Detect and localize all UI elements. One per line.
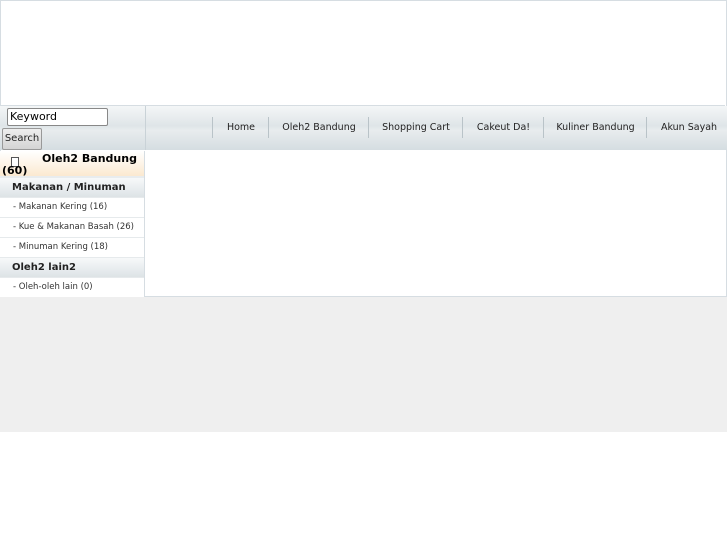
category-makanan-minuman[interactable]: Makanan / Minuman <box>0 178 144 198</box>
nav-oleh2-bandung[interactable]: Oleh2 Bandung <box>268 117 369 138</box>
nav-home[interactable]: Home <box>212 117 269 138</box>
nav-kuliner-bandung[interactable]: Kuliner Bandung <box>543 117 647 138</box>
nav-cakeut-da[interactable]: Cakeut Da! <box>462 117 544 138</box>
list-item[interactable]: - Makanan Kering (16) <box>0 198 144 218</box>
list-item[interactable]: - Kue & Makanan Basah (26) <box>0 218 144 238</box>
footer-band <box>0 297 727 432</box>
sidebar-title[interactable]: Oleh2 Bandung (60) <box>0 151 144 178</box>
list-item[interactable]: - Oleh-oleh lain (0) <box>0 278 144 298</box>
nav-akun-sayah[interactable]: Akun Sayah <box>646 117 727 138</box>
nav-shopping-cart[interactable]: Shopping Cart <box>368 117 463 138</box>
sidebar: Oleh2 Bandung (60) Makanan / Minuman - M… <box>0 151 145 298</box>
search-button[interactable]: Search <box>2 128 42 150</box>
header-banner <box>0 0 725 106</box>
sidebar-title-label: Oleh2 Bandung <box>42 152 137 165</box>
category-oleh2-lain2[interactable]: Oleh2 lain2 <box>0 258 144 278</box>
sidebar-title-count: (60) <box>2 164 28 177</box>
list-item[interactable]: - Minuman Kering (18) <box>0 238 144 258</box>
keyword-input[interactable]: Keyword <box>7 108 108 126</box>
